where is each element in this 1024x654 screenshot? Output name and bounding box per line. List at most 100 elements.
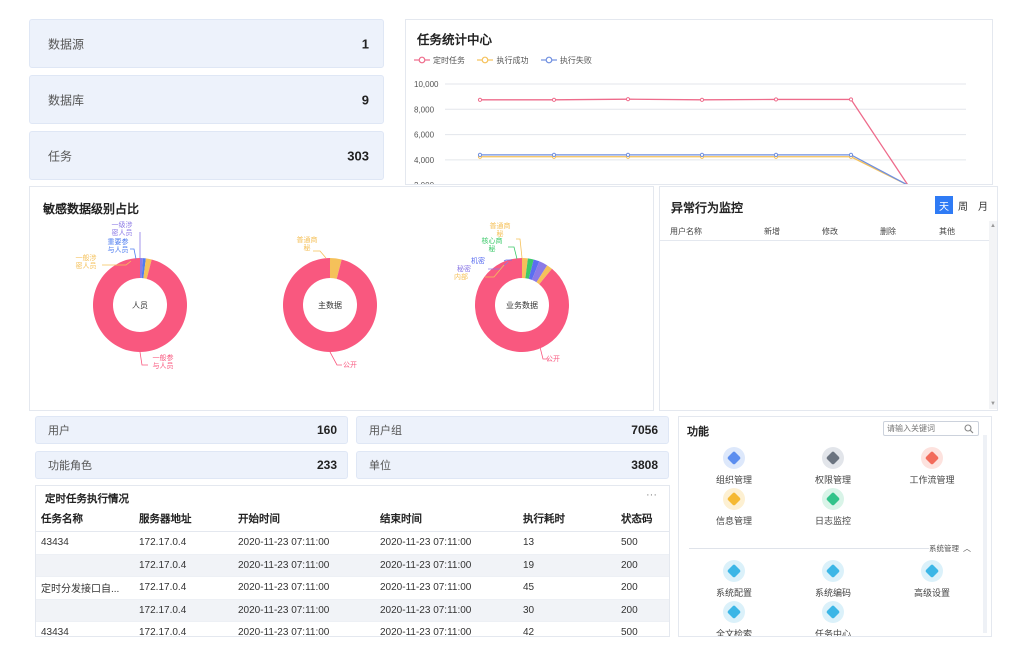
function-log-monitor[interactable]: 日志监控 <box>788 488 878 527</box>
info-cube-icon <box>723 488 745 510</box>
stat-card-database[interactable]: 数据库 9 <box>29 75 384 124</box>
function-info-management[interactable]: 信息管理 <box>689 488 779 527</box>
table-cell: 2020-11-23 07:11:00 <box>233 621 375 636</box>
column-header: 用户名称 <box>670 227 702 236</box>
table-header-row: 任务名称 服务器地址 开始时间 结束时间 执行耗时 状态码 <box>36 507 669 532</box>
data-point[interactable] <box>477 152 483 157</box>
column-header: 结束时间 <box>375 507 518 532</box>
donut-slice-label: 秘 <box>489 244 496 253</box>
stat-value: 303 <box>347 148 369 163</box>
table-cell: 2020-11-23 07:11:00 <box>233 576 375 600</box>
data-point[interactable] <box>773 97 779 102</box>
function-search-input[interactable] <box>887 423 961 434</box>
stat-card-users[interactable]: 用户 160 <box>35 416 348 444</box>
sensitive-data-panel: 敏感数据级别占比 人员 主数据 业务数据 一级涉 密人员 重要参 与人员 一般涉 密人员 一般参与… <box>29 186 654 411</box>
function-label: 日志监控 <box>814 516 851 526</box>
table-cell: 13 <box>518 531 616 555</box>
donut-center-label: 人员 <box>132 301 148 310</box>
permission-cube-icon <box>822 447 844 469</box>
data-point[interactable] <box>551 97 557 102</box>
donut-slice-label: 一般参 <box>153 353 174 362</box>
tab-month[interactable]: 月 <box>973 196 993 214</box>
donut-slice-label: 秘 <box>304 243 311 252</box>
stat-label: 任务 <box>48 149 73 163</box>
table-row[interactable]: 定时分发接口自... 172.17.0.4 2020-11-23 07:11:0… <box>36 576 669 600</box>
donut-slice-label: 一般涉 <box>76 253 97 262</box>
monitor-table-header: 用户名称 新增 修改 删除 其他 <box>660 221 990 241</box>
monitor-title: 异常行为监控 <box>671 201 744 215</box>
table-cell: 172.17.0.4 <box>134 621 233 636</box>
column-header: 执行耗时 <box>518 507 616 532</box>
function-task-center[interactable]: 任务中心 <box>788 601 878 636</box>
donut-slice-label: 秘密 <box>457 264 471 273</box>
table-cell: 2020-11-23 07:11:00 <box>233 554 375 577</box>
stat-label: 功能角色 <box>48 460 92 472</box>
more-icon[interactable]: ··· <box>646 489 657 501</box>
y-tick-label: 4,000 <box>414 156 435 165</box>
table-row[interactable]: 43434 172.17.0.4 2020-11-23 07:11:00 202… <box>36 531 669 555</box>
search-icon[interactable] <box>964 424 974 434</box>
donut-slice-label: 与人员 <box>108 246 129 254</box>
column-header: 修改 <box>822 227 838 236</box>
function-advanced-settings[interactable]: 高级设置 <box>887 560 977 599</box>
table-cell <box>36 554 134 577</box>
leader-line <box>516 238 523 259</box>
table-cell: 2020-11-23 07:11:00 <box>375 531 518 555</box>
function-label: 权限管理 <box>814 475 851 485</box>
data-point[interactable] <box>625 97 631 102</box>
stat-card-datasource[interactable]: 数据源 1 <box>29 19 384 68</box>
leader-line <box>329 351 342 366</box>
task-stats-panel: 任务统计中心 定时任务 执行成功 执行失败 10,000 8,000 6,000 4,… <box>405 19 993 185</box>
function-system-coding[interactable]: 系统编码 <box>788 560 878 599</box>
data-point[interactable] <box>699 97 705 102</box>
data-point[interactable] <box>773 152 779 157</box>
functions-scrollbar[interactable] <box>983 435 987 633</box>
data-point[interactable] <box>551 152 557 157</box>
function-permission-management[interactable]: 权限管理 <box>788 447 878 486</box>
table-cell: 172.17.0.4 <box>134 599 233 622</box>
stat-card-units[interactable]: 单位 3808 <box>356 451 669 479</box>
table-cell <box>36 599 134 622</box>
task-cube-icon <box>822 601 844 623</box>
function-system-config[interactable]: 系统配置 <box>689 560 779 599</box>
table-row[interactable]: 172.17.0.4 2020-11-23 07:11:00 2020-11-2… <box>36 554 669 577</box>
scroll-down-icon[interactable]: ▼ <box>990 401 996 407</box>
scroll-up-icon[interactable]: ▲ <box>990 223 996 229</box>
donut-slice-label: 核心商 <box>482 236 503 245</box>
data-point[interactable] <box>848 152 854 157</box>
function-search-box[interactable] <box>883 421 979 436</box>
tab-day[interactable]: 天 <box>935 196 953 214</box>
function-label: 全文检索 <box>715 629 752 637</box>
y-tick-label: 10,000 <box>414 80 439 89</box>
data-point[interactable] <box>848 97 854 102</box>
stat-label: 用户组 <box>369 425 402 437</box>
schedule-table: 任务名称 服务器地址 开始时间 结束时间 执行耗时 状态码 43434 172.… <box>36 507 669 636</box>
search-cube-icon <box>723 601 745 623</box>
stat-value: 233 <box>316 458 337 472</box>
sensitive-donut-charts: 人员 主数据 业务数据一级涉密人员重要参与人员一般涉密人员一般参与人员普通商秘公开普… <box>76 220 569 370</box>
donut-center-label: 主数据 <box>318 300 342 310</box>
table-cell: 2020-11-23 07:11:00 <box>233 599 375 622</box>
table-row[interactable]: 43434 172.17.0.4 2020-11-23 07:11:00 202… <box>36 621 669 636</box>
donut-center-label: 业务数据 <box>506 300 538 310</box>
monitor-scrollbar[interactable]: ▲ ▼ <box>989 221 997 409</box>
column-header: 任务名称 <box>36 507 134 532</box>
tab-week[interactable]: 周 <box>953 196 973 214</box>
section-toggle-system[interactable]: 系统管理 ︿ <box>929 543 971 554</box>
function-fulltext-search[interactable]: 全文检索 <box>689 601 779 637</box>
data-point[interactable] <box>699 152 705 157</box>
stat-card-roles[interactable]: 功能角色 233 <box>35 451 348 479</box>
data-point[interactable] <box>625 152 631 157</box>
function-label: 工作流管理 <box>909 475 955 485</box>
table-row[interactable]: 172.17.0.4 2020-11-23 07:11:00 2020-11-2… <box>36 599 669 622</box>
table-cell: 2020-11-23 07:11:00 <box>375 576 518 600</box>
stat-card-usergroups[interactable]: 用户组 7056 <box>356 416 669 444</box>
stat-label: 单位 <box>369 460 391 472</box>
stat-card-tasks[interactable]: 任务 303 <box>29 131 384 180</box>
function-workflow-management[interactable]: 工作流管理 <box>887 447 977 486</box>
stat-value: 160 <box>316 423 337 437</box>
function-org-management[interactable]: 组织管理 <box>689 447 779 486</box>
stat-label: 用户 <box>48 425 70 437</box>
section-label: 系统管理 <box>929 544 959 553</box>
data-point[interactable] <box>477 97 483 102</box>
